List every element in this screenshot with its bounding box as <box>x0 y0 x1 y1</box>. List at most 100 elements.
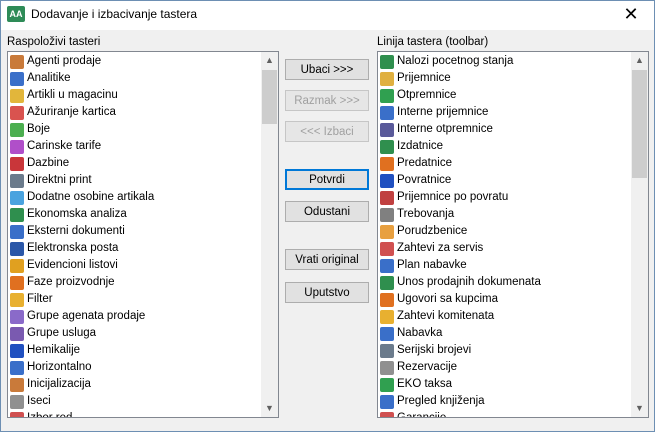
list-item-label: Direktni print <box>27 174 92 186</box>
list-item[interactable]: Izdatnice <box>378 138 631 155</box>
orders-icon <box>380 224 394 239</box>
list-item[interactable]: Povratnice <box>378 172 631 189</box>
list-item[interactable]: Nabavka <box>378 325 631 342</box>
list-item[interactable]: Interne prijemnice <box>378 104 631 121</box>
list-item-label: Interne prijemnice <box>397 106 489 118</box>
restore-original-button[interactable]: Vrati original <box>285 249 369 270</box>
list-item[interactable]: Prijemnice <box>378 70 631 87</box>
list-item[interactable]: Grupe agenata prodaje <box>8 308 261 325</box>
list-item[interactable]: Artikli u magacinu <box>8 87 261 104</box>
insert-button[interactable]: Ubaci >>> <box>285 59 369 80</box>
list-item[interactable]: Trebovanja <box>378 206 631 223</box>
list-item[interactable]: EKO taksa <box>378 376 631 393</box>
list-item[interactable]: Predatnice <box>378 155 631 172</box>
list-item[interactable]: Filter <box>8 291 261 308</box>
list-item[interactable]: Izbor red <box>8 410 261 417</box>
list-item[interactable]: Hemikalije <box>8 342 261 359</box>
list-item[interactable]: Elektronska posta <box>8 240 261 257</box>
agents-icon <box>10 54 24 69</box>
title-bar: AA Dodavanje i izbacivanje tastera ✕ <box>1 1 654 30</box>
list-item[interactable]: Zahtevi za servis <box>378 240 631 257</box>
list-item-label: Pregled knjiženja <box>397 395 485 407</box>
list-item[interactable]: Garancije <box>378 410 631 417</box>
list-item[interactable]: Carinske tarife <box>8 138 261 155</box>
list-item[interactable]: Rezervacije <box>378 359 631 376</box>
list-item-label: Prijemnice po povratu <box>397 191 509 203</box>
list-item[interactable]: Dodatne osobine artikala <box>8 189 261 206</box>
list-item[interactable]: Agenti prodaje <box>8 53 261 70</box>
list-item-label: Porudzbenice <box>397 225 468 237</box>
available-buttons-list[interactable]: Agenti prodaje Analitike Artikli u magacin… <box>7 51 279 418</box>
list-item-label: Zahtevi za servis <box>397 242 484 254</box>
list-item[interactable]: Porudzbenice <box>378 223 631 240</box>
return-receipts-icon <box>380 190 394 205</box>
chemicals-icon <box>10 343 24 358</box>
list-item-label: Faze proizvodnje <box>27 276 115 288</box>
internal-dispatch-icon <box>380 122 394 137</box>
list-item[interactable]: Direktni print <box>8 172 261 189</box>
toolbar-buttons-label: Linija tastera (toolbar) <box>377 36 489 48</box>
list-item[interactable]: Zahtevi komitenata <box>378 308 631 325</box>
list-item[interactable]: Ugovori sa kupcima <box>378 291 631 308</box>
duties-icon <box>10 156 24 171</box>
cancel-button[interactable]: Odustani <box>285 201 369 222</box>
list-item[interactable]: Ekonomska analiza <box>8 206 261 223</box>
list-item[interactable]: Analitike <box>8 70 261 87</box>
spacer-button[interactable]: Razmak >>> <box>285 90 369 111</box>
list-item-label: Hemikalije <box>27 344 81 356</box>
list-item[interactable]: Faze proizvodnje <box>8 274 261 291</box>
list-item[interactable]: Otpremnice <box>378 87 631 104</box>
list-item[interactable]: Evidencioni listovi <box>8 257 261 274</box>
scroll-up-icon[interactable]: ▲ <box>261 52 278 69</box>
warehouse-items-icon <box>10 88 24 103</box>
requisitions-icon <box>380 207 394 222</box>
scroll-thumb[interactable] <box>262 70 277 124</box>
list-item[interactable]: Plan nabavke <box>378 257 631 274</box>
list-item[interactable]: Horizontalno <box>8 359 261 376</box>
help-button[interactable]: Uputstvo <box>285 282 369 303</box>
production-phases-icon <box>10 275 24 290</box>
list-item[interactable]: Prijemnice po povratu <box>378 189 631 206</box>
list-item[interactable]: Eksterni dokumenti <box>8 223 261 240</box>
list-item[interactable]: Boje <box>8 121 261 138</box>
procurement-plan-icon <box>380 258 394 273</box>
toolbar-buttons-list[interactable]: Nalozi pocetnog stanja Prijemnice Otpremni… <box>377 51 649 418</box>
available-buttons-items: Agenti prodaje Analitike Artikli u magacin… <box>8 52 261 417</box>
scroll-down-icon[interactable]: ▼ <box>631 400 648 417</box>
list-item-label: Garancije <box>397 410 446 417</box>
list-item[interactable]: Unos prodajnih dokumenata <box>378 274 631 291</box>
list-item-label: Serijski brojevi <box>397 344 472 356</box>
service-groups-icon <box>10 326 24 341</box>
filter-icon <box>10 292 24 307</box>
list-item[interactable]: Grupe usluga <box>8 325 261 342</box>
list-item[interactable]: Dazbine <box>8 155 261 172</box>
toolbar-list-scrollbar[interactable]: ▲ ▼ <box>631 52 648 417</box>
list-item[interactable]: Ažuriranje kartica <box>8 104 261 121</box>
colors-icon <box>10 122 24 137</box>
list-item-label: Prijemnice <box>397 72 451 84</box>
opening-orders-icon <box>380 54 394 69</box>
close-button[interactable]: ✕ <box>608 1 654 30</box>
issue-notes-icon <box>380 139 394 154</box>
remove-button[interactable]: <<< Izbaci <box>285 121 369 142</box>
scroll-thumb[interactable] <box>632 70 647 178</box>
list-item[interactable]: Nalozi pocetnog stanja <box>378 53 631 70</box>
list-item-label: Zahtevi komitenata <box>397 310 495 322</box>
analytics-icon <box>10 71 24 86</box>
available-list-scrollbar[interactable]: ▲ ▼ <box>261 52 278 417</box>
internal-receipts-icon <box>380 105 394 120</box>
print-icon <box>10 173 24 188</box>
list-item[interactable]: Interne otpremnice <box>378 121 631 138</box>
list-item[interactable]: Iseci <box>8 393 261 410</box>
list-item[interactable]: Inicijalizacija <box>8 376 261 393</box>
scroll-up-icon[interactable]: ▲ <box>631 52 648 69</box>
scroll-down-icon[interactable]: ▼ <box>261 400 278 417</box>
list-item-label: Otpremnice <box>397 89 457 101</box>
list-item-label: Unos prodajnih dokumenata <box>397 276 541 288</box>
list-item[interactable]: Serijski brojevi <box>378 342 631 359</box>
list-item[interactable]: Pregled knjiženja <box>378 393 631 410</box>
procurement-icon <box>380 326 394 341</box>
list-item-label: Filter <box>27 293 53 305</box>
confirm-button[interactable]: Potvrdi <box>285 169 369 190</box>
list-item-label: Eksterni dokumenti <box>27 225 125 237</box>
